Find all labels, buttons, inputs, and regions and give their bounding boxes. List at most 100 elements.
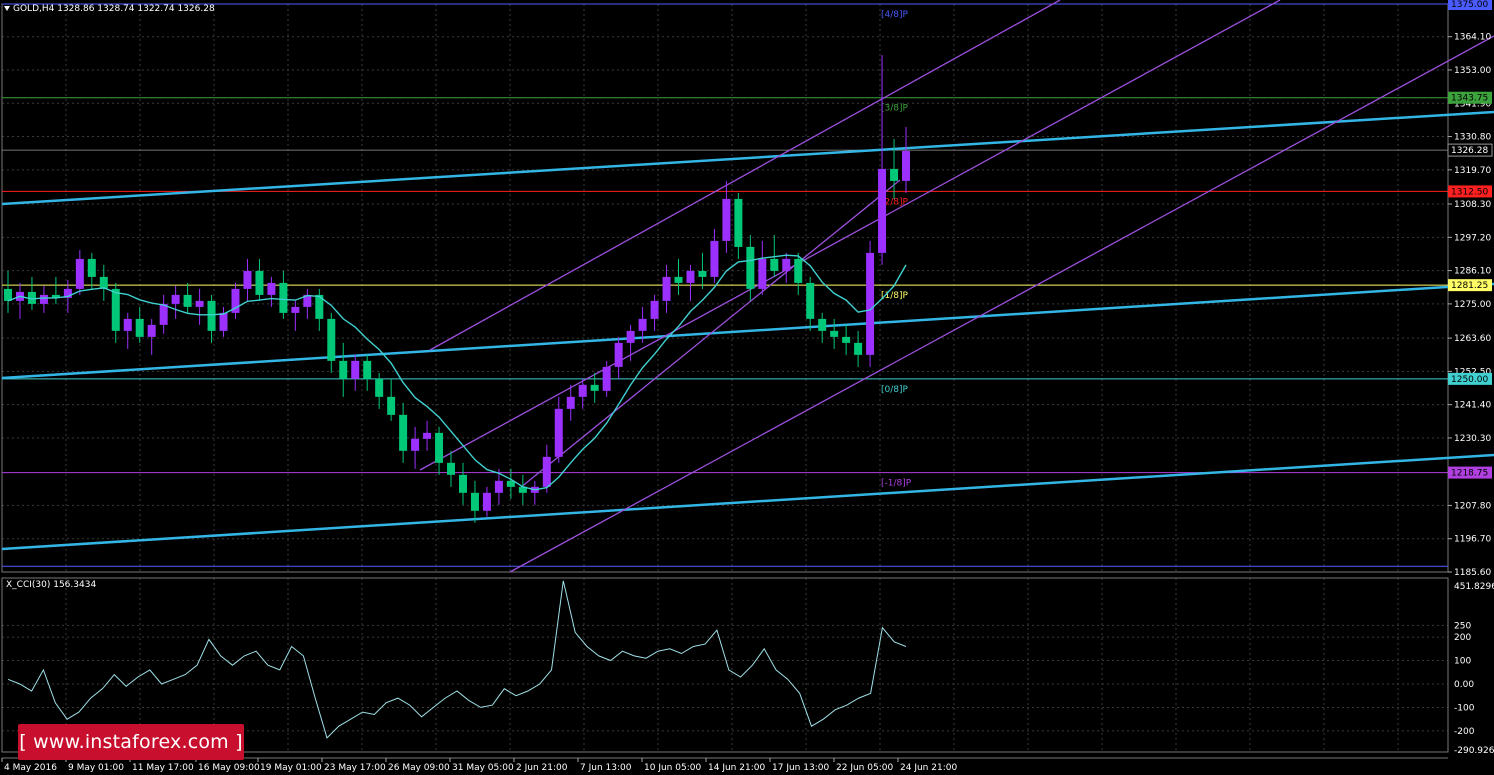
cci-tick-label: 0.00 (1454, 680, 1474, 690)
time-tick-label: 24 Jun 21:00 (900, 763, 957, 773)
price-tick-label: 1263.60 (1454, 334, 1491, 344)
candle-body (387, 396, 396, 415)
candle-body (339, 360, 348, 379)
trend-line (419, 0, 1281, 471)
candle-body (770, 258, 779, 271)
price-tick-label: 1353.00 (1454, 66, 1491, 76)
price-tick-label: 1286.10 (1454, 267, 1491, 277)
price-tick-label: 1364.10 (1454, 33, 1491, 43)
candle-body (830, 330, 839, 337)
price-tick-label: 1308.30 (1454, 200, 1491, 210)
candle-body (758, 258, 767, 289)
candle-body (435, 432, 444, 463)
price-tick-label: 1330.80 (1454, 133, 1491, 143)
cci-tick-label: 250 (1454, 621, 1471, 631)
candle-body (794, 258, 803, 283)
watermark-logo: [ www.instaforex.com ] (18, 724, 244, 760)
candle-body (614, 342, 623, 367)
candle-body (878, 168, 887, 253)
time-tick-label: 19 May 01:00 (260, 763, 322, 773)
trend-line (1, 453, 1494, 551)
candle-body (842, 336, 851, 343)
symbol-info: GOLD,H4 1328.86 1328.74 1322.74 1326.28 (4, 4, 215, 14)
cci-line (7, 580, 907, 739)
time-tick-label: 14 Jun 21:00 (708, 763, 765, 773)
level-price-label: 1281.25 (1451, 281, 1488, 291)
candle-body (147, 324, 156, 337)
candle-body (806, 282, 815, 319)
trend-line (1, 282, 1494, 380)
cci-tick-label: 100 (1454, 657, 1471, 667)
time-tick-label: 2 Jun 21:00 (516, 763, 568, 773)
candle-body (818, 318, 827, 331)
candle-body (327, 318, 336, 361)
candle-body (482, 492, 491, 511)
candle-body (135, 318, 144, 337)
candle-body (183, 294, 192, 307)
candle-body (4, 288, 12, 301)
level-tag: [0/8]P (881, 385, 909, 395)
level-tag: [4/8]P (881, 10, 909, 20)
candle-body (255, 270, 264, 295)
candle-body (686, 270, 695, 283)
candle-body (111, 288, 120, 331)
candle-body (602, 366, 611, 391)
cci-tick-label: -200 (1454, 727, 1475, 737)
ma-line (7, 254, 907, 491)
candle-body (351, 360, 360, 379)
candle-body (578, 384, 587, 397)
candle-body (411, 438, 420, 451)
indicator-label: X_CCI(30) 156.3434 (6, 580, 97, 590)
price-tick-label: 1275.00 (1454, 300, 1491, 310)
price-tick-label: 1196.70 (1454, 535, 1491, 545)
candle-body (890, 168, 899, 181)
candle-body (243, 270, 252, 289)
candle-body (171, 294, 180, 304)
candle-body (195, 300, 204, 307)
price-tick-label: 1230.30 (1454, 434, 1491, 444)
dropdown-arrow-icon[interactable] (4, 6, 10, 11)
time-tick-label: 26 May 09:00 (388, 763, 450, 773)
candle-body (542, 456, 551, 487)
candle-body (746, 246, 755, 289)
candle-body (267, 282, 276, 295)
candle-body (159, 303, 168, 325)
grid (1, 3, 1449, 753)
price-tick-label: 1185.60 (1454, 568, 1491, 578)
level-price-label: 1343.75 (1451, 94, 1488, 104)
candle-body (447, 462, 456, 475)
candle-body (638, 318, 647, 331)
candle-body (123, 318, 132, 331)
cci-tick-label: -100 (1454, 703, 1475, 713)
time-axis: 4 May 2016 9 May 01:00 11 May 17:00 16 May … (1, 757, 1448, 773)
current-price-label: 1326.28 (1451, 146, 1488, 156)
time-tick-label: 16 May 09:00 (198, 763, 260, 773)
symbol-info-text: GOLD,H4 1328.86 1328.74 1322.74 1326.28 (13, 4, 215, 14)
level-tag: [3/8]P (881, 104, 909, 114)
candle-body (674, 276, 683, 283)
moving-average (7, 254, 907, 491)
candle-body (566, 396, 575, 409)
price-tick-label: 1297.20 (1454, 233, 1491, 243)
candle-body (375, 378, 384, 397)
cci-tick-label: -290.9265 (1454, 746, 1494, 756)
candle-body (219, 312, 228, 331)
trend-line (429, 0, 1061, 351)
candle-body (902, 150, 910, 181)
candle-body (399, 414, 408, 451)
candle-body (722, 198, 731, 241)
time-tick-label: 9 May 01:00 (68, 763, 124, 773)
price-tick-label: 1207.80 (1454, 501, 1491, 511)
price-tick-label: 1319.70 (1454, 166, 1491, 176)
candle-body (554, 408, 563, 457)
chart-canvas[interactable]: [4/8]P[3/8]P[2/8]P[1/8]P[0/8]P[-1/8]P 13… (0, 0, 1494, 775)
time-tick-label: 23 May 17:00 (324, 763, 386, 773)
candle-body (279, 282, 288, 313)
candle-body (662, 276, 671, 301)
main-frame (1, 3, 1449, 573)
candle-body (291, 306, 300, 313)
candle-body (698, 270, 707, 277)
time-tick-label: 22 Jun 05:00 (836, 763, 893, 773)
candle-body (458, 474, 467, 493)
candle-body (423, 432, 432, 439)
